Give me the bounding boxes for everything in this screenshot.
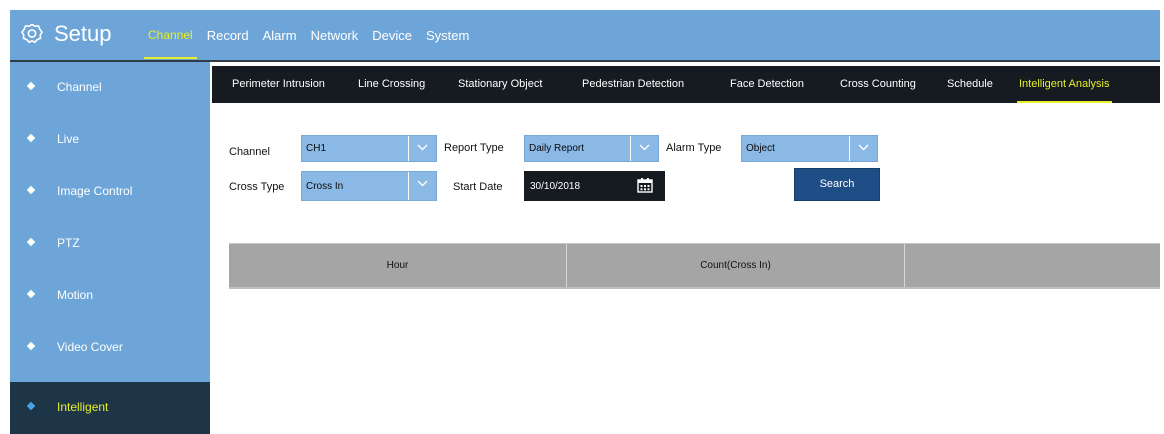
sidebar-item-label: PTZ (57, 236, 80, 250)
diamond-bullet-icon (26, 133, 36, 143)
app-window: Setup Channel Record Alarm Network Devic… (10, 10, 1160, 434)
sub-tab-bar: Perimeter Intrusion Line Crossing Statio… (212, 66, 1160, 103)
sidebar-item-label: Live (57, 132, 80, 146)
sidebar-item-video-cover[interactable]: Video Cover (10, 322, 210, 374)
tab-line-crossing[interactable]: Line Crossing (358, 78, 425, 90)
column-header-hour: Hour (229, 244, 567, 287)
chevron-down-icon[interactable] (408, 172, 436, 200)
chevron-down-icon[interactable] (630, 136, 658, 161)
tab-pedestrian-detection[interactable]: Pedestrian Detection (582, 78, 684, 90)
top-bar: Setup Channel Record Alarm Network Devic… (10, 10, 1160, 62)
diamond-bullet-icon (26, 289, 36, 299)
calendar-icon[interactable] (637, 177, 653, 193)
tab-face-detection[interactable]: Face Detection (730, 78, 804, 90)
sidebar-item-intelligent[interactable]: Intelligent (10, 382, 210, 434)
top-menu-system[interactable]: System (426, 28, 469, 43)
top-menu-record[interactable]: Record (207, 28, 249, 43)
channel-label: Channel (229, 146, 270, 158)
diamond-bullet-icon (26, 237, 36, 247)
search-button[interactable]: Search (794, 168, 880, 201)
cross-type-select-value: Cross In (306, 181, 344, 192)
sidebar-item-ptz[interactable]: PTZ (10, 218, 210, 270)
alarm-type-select-value: Object (746, 143, 775, 154)
diamond-bullet-icon (26, 185, 36, 195)
start-date-value: 30/10/2018 (530, 181, 581, 192)
diamond-bullet-icon (26, 341, 36, 351)
column-header-count: Count(Cross In) (567, 244, 905, 287)
top-menu-channel[interactable]: Channel (144, 28, 197, 59)
sidebar-item-label: Video Cover (57, 340, 123, 354)
cross-type-label: Cross Type (229, 181, 285, 193)
sidebar-item-label: Motion (57, 288, 94, 302)
report-type-select-value: Daily Report (529, 143, 585, 154)
sidebar-item-channel[interactable]: Channel (10, 62, 210, 114)
alarm-type-label: Alarm Type (666, 142, 722, 154)
tab-cross-counting[interactable]: Cross Counting (840, 78, 916, 90)
start-date-input[interactable]: 30/10/2018 (524, 171, 665, 201)
alarm-type-select[interactable]: Object (741, 135, 878, 162)
diamond-bullet-icon (26, 401, 36, 411)
chevron-down-icon[interactable] (849, 136, 877, 161)
sidebar-item-label: Image Control (57, 184, 133, 198)
diamond-bullet-icon (26, 81, 36, 91)
start-date-label: Start Date (453, 181, 503, 193)
sidebar-item-image-control[interactable]: Image Control (10, 166, 210, 218)
tab-intelligent-analysis[interactable]: Intelligent Analysis (1017, 78, 1111, 103)
top-menu: Channel Record Alarm Network Device Syst… (144, 28, 483, 59)
tab-stationary-object[interactable]: Stationary Object (458, 78, 542, 90)
report-type-label: Report Type (444, 142, 504, 154)
sidebar: Channel Live Image Control PTZ Motion Vi… (10, 62, 210, 434)
channel-select-value: CH1 (306, 143, 327, 154)
tab-perimeter-intrusion[interactable]: Perimeter Intrusion (232, 78, 325, 90)
cross-type-select[interactable]: Cross In (301, 171, 437, 201)
sidebar-item-label: Channel (57, 80, 102, 94)
tab-schedule[interactable]: Schedule (947, 78, 993, 90)
sidebar-item-label: Intelligent (57, 400, 109, 414)
gear-icon (20, 22, 44, 46)
sidebar-item-live[interactable]: Live (10, 114, 210, 166)
channel-select[interactable]: CH1 (301, 135, 437, 162)
column-header-empty (905, 244, 1160, 287)
report-type-select[interactable]: Daily Report (524, 135, 659, 162)
top-menu-device[interactable]: Device (372, 28, 412, 43)
sidebar-item-motion[interactable]: Motion (10, 270, 210, 322)
page-title: Setup (54, 21, 112, 46)
chevron-down-icon[interactable] (408, 136, 436, 161)
results-table-header: Hour Count(Cross In) (229, 243, 1160, 289)
top-menu-network[interactable]: Network (311, 28, 359, 43)
top-menu-alarm[interactable]: Alarm (263, 28, 297, 43)
